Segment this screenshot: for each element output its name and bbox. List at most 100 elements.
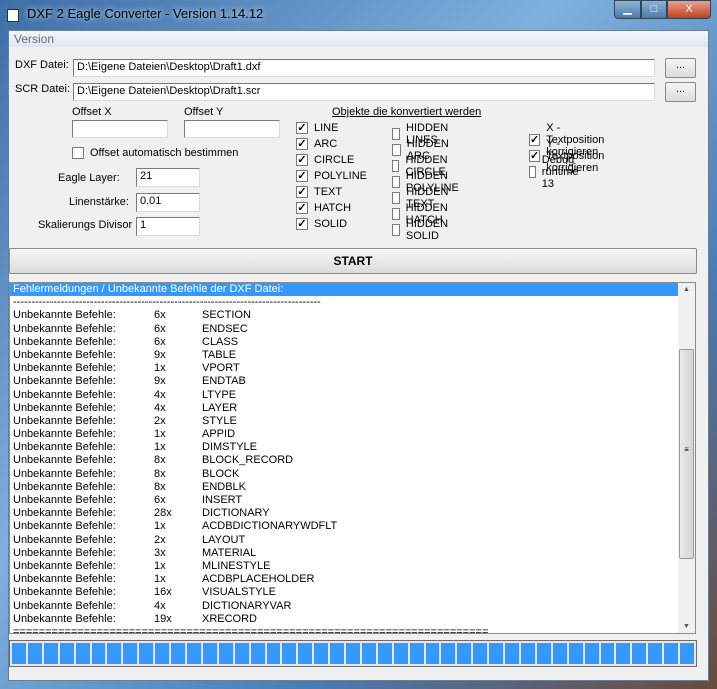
start-button[interactable]: START (9, 248, 697, 274)
log-row[interactable]: Unbekannte Befehle: 1x VPORT (10, 362, 695, 375)
layer-input[interactable]: 21 (136, 168, 200, 187)
scr-browse-button[interactable]: ... (665, 82, 696, 102)
log-cell: ENDBLK (202, 480, 247, 493)
checkbox-label: LINE (314, 122, 339, 134)
log-cell: Unbekannte Befehle: (13, 467, 116, 480)
progress-segment (473, 643, 488, 664)
log-cell: MATERIAL (202, 546, 257, 559)
log-row[interactable]: Unbekannte Befehle: 6x INSERT (10, 494, 695, 507)
checkbox-box (529, 166, 536, 178)
scroll-up-icon[interactable]: ▲ (678, 286, 695, 293)
minimize-button[interactable]: ▁ (614, 0, 641, 19)
checkbox-polyline[interactable]: ✓ POLYLINE (296, 170, 367, 182)
log-cell: ACDBPLACEHOLDER (202, 573, 315, 586)
checkbox-box: ✓ (296, 202, 308, 214)
checkbox-line[interactable]: ✓ LINE (296, 122, 338, 134)
log-cell: VPORT (202, 362, 240, 375)
log-cell: Unbekannte Befehle: (13, 348, 116, 361)
log-row[interactable]: Unbekannte Befehle: 28x DICTIONARY (10, 507, 695, 520)
log-cell: 6x (154, 322, 166, 335)
log-row[interactable]: Unbekannte Befehle: 4x DICTIONARYVAR (10, 600, 695, 613)
log-row[interactable]: Unbekannte Befehle: 1x ACDBPLACEHOLDER (10, 573, 695, 586)
checkbox-circle[interactable]: ✓ CIRCLE (296, 154, 354, 166)
log-header[interactable]: Fehlermeldungen / Unbekannte Befehle der… (10, 283, 678, 297)
log-cell: SECTION (202, 309, 251, 322)
checkbox-solid[interactable]: ✓ SOLID (296, 218, 347, 230)
log-row[interactable]: Unbekannte Befehle: 6x CLASS (10, 336, 695, 349)
log-cell: Unbekannte Befehle: (13, 586, 116, 599)
line-width-input[interactable]: 0.01 (136, 193, 200, 212)
checkbox-box: ✓ (296, 170, 308, 182)
log-footer[interactable]: ========================================… (10, 626, 695, 633)
progress-segment (250, 643, 265, 664)
log-row[interactable]: Unbekannte Befehle: 1x ACDBDICTIONARYWDFLT (10, 520, 695, 533)
offset-y-input[interactable] (184, 120, 280, 138)
log-row[interactable]: Unbekannte Befehle: 6x ENDSEC (10, 323, 695, 336)
dxf-browse-button[interactable]: ... (665, 58, 696, 78)
scroll-thumb[interactable]: ≡ (679, 349, 694, 559)
progress-segment (107, 643, 122, 664)
log-row[interactable]: Unbekannte Befehle: 8x BLOCK_RECORD (10, 454, 695, 467)
log-row[interactable]: Unbekannte Befehle: 8x BLOCK (10, 468, 695, 481)
log-cell: Unbekannte Befehle: (13, 309, 116, 322)
progress-segment (314, 643, 329, 664)
log-row[interactable]: Unbekannte Befehle: 2x STYLE (10, 415, 695, 428)
checkbox-hatch[interactable]: ✓ HATCH (296, 202, 351, 214)
progress-segment (568, 643, 583, 664)
log-dash[interactable]: ----------------------------------------… (10, 296, 695, 309)
log-cell: 4x (154, 401, 166, 414)
log-row[interactable]: Unbekannte Befehle: 19x XRECORD (10, 613, 695, 626)
menu-version[interactable]: Version (14, 32, 54, 46)
log-cell: Unbekannte Befehle: (13, 362, 116, 375)
close-button[interactable]: X (667, 0, 711, 19)
progress-segment (91, 643, 106, 664)
checkbox-text[interactable]: ✓ TEXT (296, 186, 342, 198)
log-row[interactable]: Unbekannte Befehle: 1x MLINESTYLE (10, 560, 695, 573)
log-cell: XRECORD (202, 612, 258, 625)
log-row[interactable]: Unbekannte Befehle: 6x SECTION (10, 309, 695, 322)
checkbox-box: ✓ (296, 138, 308, 150)
checkbox-debug-runtime-13[interactable]: Debug runtime 13 (529, 154, 584, 190)
progress-segment (171, 643, 185, 664)
log-cell: 2x (154, 533, 166, 546)
checkbox-hidden-solid[interactable]: HIDDEN SOLID (392, 218, 452, 242)
offset-auto-checkbox[interactable]: Offset automatisch bestimmen (72, 147, 238, 159)
objects-title: Objekte die konvertiert werden (332, 106, 482, 118)
log-row[interactable]: Unbekannte Befehle: 4x LAYER (10, 402, 695, 415)
log-list[interactable]: Fehlermeldungen / Unbekannte Befehle der… (9, 282, 696, 634)
log-cell: 6x (154, 494, 166, 506)
log-scrollbar[interactable]: ▲ ≡ ▼ (678, 283, 695, 633)
log-row[interactable]: Unbekannte Befehle: 3x MATERIAL (10, 547, 695, 560)
log-cell: APPID (202, 428, 236, 441)
offset-x-label: Offset X (72, 106, 112, 118)
log-cell: 1x (154, 441, 166, 454)
log-row[interactable]: Unbekannte Befehle: 2x LAYOUT (10, 534, 695, 547)
log-row[interactable]: Unbekannte Befehle: 8x ENDBLK (10, 481, 695, 494)
log-row[interactable]: Unbekannte Befehle: 9x TABLE (10, 349, 695, 362)
progress-segment (361, 643, 376, 664)
divisor-input[interactable]: 1 (136, 217, 200, 236)
log-row[interactable]: Unbekannte Befehle: 16x VISUALSTYLE (10, 586, 695, 599)
maximize-button[interactable]: □ (641, 0, 667, 19)
progress-segment (552, 643, 567, 664)
log-row[interactable]: Unbekannte Befehle: 1x APPID (10, 428, 695, 441)
main-window: Version DXF Datei: D:\Eigene Dateien\Des… (8, 30, 709, 681)
log-row[interactable]: Unbekannte Befehle: 4x LTYPE (10, 389, 695, 402)
scroll-down-icon[interactable]: ▼ (678, 623, 695, 630)
log-cell: VISUALSTYLE (202, 586, 276, 599)
progress-segment (218, 643, 233, 664)
log-cell: Unbekannte Befehle: (13, 612, 116, 625)
log-cell: Unbekannte Befehle: (13, 414, 116, 427)
log-row[interactable]: Unbekannte Befehle: 9x ENDTAB (10, 375, 695, 388)
checkbox-box: ✓ (296, 218, 308, 230)
log-row[interactable]: Unbekannte Befehle: 1x DIMSTYLE (10, 441, 695, 454)
log-cell: 8x (154, 454, 166, 467)
dxf-file-input[interactable]: D:\Eigene Dateien\Desktop\Draft1.dxf (73, 59, 655, 77)
log-cell: 8x (154, 480, 166, 493)
dxf-label: DXF Datei: (15, 59, 69, 71)
checkbox-box: ✓ (296, 154, 308, 166)
offset-x-input[interactable] (72, 120, 168, 138)
checkbox-arc[interactable]: ✓ ARC (296, 138, 337, 150)
progress-segment (489, 643, 504, 664)
scr-file-input[interactable]: D:\Eigene Dateien\Desktop\Draft1.scr (73, 83, 655, 101)
